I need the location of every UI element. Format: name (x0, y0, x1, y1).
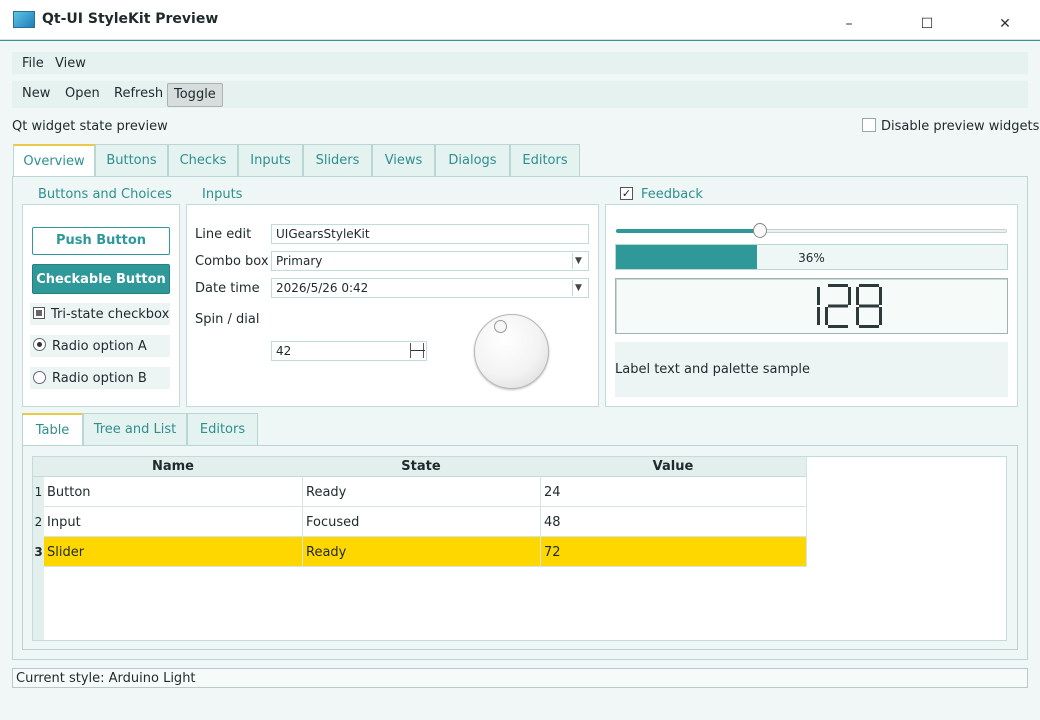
table-row[interactable] (44, 477, 806, 507)
line-edit-input[interactable]: UIGearsStyleKit (271, 224, 589, 244)
line-edit-label: Line edit (195, 227, 252, 242)
tab-dialogs[interactable]: Dialogs (435, 144, 510, 177)
lcd-segment (817, 287, 820, 305)
lcd-segment (859, 304, 879, 308)
lcd-display (615, 278, 1008, 334)
feedback-checkbox[interactable]: ✓ (620, 187, 633, 200)
column-divider (806, 457, 807, 567)
lcd-segment (848, 287, 851, 305)
dial[interactable] (474, 314, 549, 389)
tab-inputs[interactable]: Inputs (238, 144, 303, 177)
lcd-digits (817, 284, 882, 328)
radio-a-selected-dot (37, 342, 42, 347)
lcd-segment (859, 325, 879, 328)
feedback-group-title[interactable]: Feedback (641, 187, 703, 202)
lcd-segment (828, 284, 848, 287)
chevron-down-icon[interactable]: ▼ (572, 253, 584, 269)
table-cell-name[interactable]: Slider (44, 545, 84, 560)
row-number[interactable]: 3 (33, 545, 44, 559)
new-button[interactable]: New (16, 83, 56, 107)
lcd-segment (828, 304, 848, 308)
table-cell-value[interactable]: 48 (541, 515, 561, 530)
buttons-group-title: Buttons and Choices (38, 187, 172, 202)
table-cell-value[interactable]: 72 (541, 545, 561, 560)
lcd-segment (879, 307, 882, 325)
disable-preview-label[interactable]: Disable preview widgets (881, 119, 1039, 134)
chevron-down-icon[interactable]: ▼ (572, 280, 584, 296)
menu-file[interactable]: File (22, 56, 44, 71)
menu-view[interactable]: View (55, 56, 86, 71)
combo-box-label: Combo box (195, 254, 269, 269)
table-cell-value[interactable]: 24 (541, 485, 561, 500)
disable-preview-checkbox[interactable] (862, 118, 876, 132)
spin-box[interactable]: 42 (271, 341, 427, 361)
app-icon (13, 11, 35, 28)
lcd-segment (856, 307, 859, 325)
tristate-indicator (36, 310, 42, 316)
tab-overview[interactable]: Overview (13, 144, 95, 178)
table-row[interactable] (44, 507, 806, 537)
inputs-group-title: Inputs (202, 187, 243, 202)
date-time-edit[interactable]: 2026/5/26 0:42 (271, 278, 589, 298)
date-time-value: 2026/5/26 0:42 (276, 281, 369, 295)
tab-views[interactable]: Views (372, 144, 435, 177)
tab-editors[interactable]: Editors (510, 144, 580, 177)
table-cell-state[interactable]: Ready (303, 485, 346, 500)
date-time-label: Date time (195, 281, 260, 296)
table-cell-name[interactable]: Input (44, 515, 81, 530)
lcd-segment (828, 325, 848, 328)
tab-table[interactable]: Table (22, 413, 83, 447)
table-cell-state[interactable]: Ready (303, 545, 346, 560)
push-button[interactable]: Push Button (32, 227, 170, 255)
tab-checks[interactable]: Checks (168, 144, 238, 177)
radio-b[interactable] (33, 371, 46, 384)
spin-box-value: 42 (276, 344, 292, 358)
table-cell-state[interactable]: Focused (303, 515, 359, 530)
column-header-state[interactable]: State (302, 459, 540, 474)
combo-box[interactable]: Primary (271, 251, 589, 271)
column-header-value[interactable]: Value (540, 459, 806, 474)
radio-a-label[interactable]: Radio option A (52, 339, 147, 354)
table-cell-name[interactable]: Button (44, 485, 91, 500)
open-button[interactable]: Open (59, 83, 106, 107)
tab-tree-and-list[interactable]: Tree and List (83, 413, 187, 446)
status-text: Current style: Arduino Light (16, 671, 196, 686)
slider-fill (616, 229, 761, 233)
combo-box-value: Primary (276, 254, 323, 268)
table-row-selected[interactable] (44, 537, 806, 567)
checkable-button[interactable]: Checkable Button (32, 264, 170, 294)
progress-text: 36% (798, 251, 825, 265)
maximize-button[interactable]: ☐ (912, 12, 942, 36)
tristate-label[interactable]: Tri-state checkbox (51, 307, 169, 322)
lcd-segment (817, 307, 820, 325)
state-preview-label: Qt widget state preview (12, 119, 168, 134)
menu-bar (12, 52, 1028, 74)
palette-sample-label: Label text and palette sample (615, 362, 810, 377)
lcd-segment (879, 287, 882, 305)
lcd-segment (825, 307, 828, 325)
tab-sliders[interactable]: Sliders (303, 144, 372, 177)
radio-b-label[interactable]: Radio option B (52, 371, 147, 386)
tab-inner-editors[interactable]: Editors (187, 413, 258, 446)
toggle-button[interactable]: Toggle (167, 83, 223, 107)
dial-notch (494, 320, 507, 333)
row-number[interactable]: 1 (33, 485, 44, 499)
tab-buttons[interactable]: Buttons (95, 144, 168, 177)
lcd-segment (856, 287, 859, 305)
lcd-segment (859, 284, 879, 287)
spin-stepper-icon[interactable] (410, 343, 425, 358)
spin-dial-label: Spin / dial (195, 312, 260, 327)
column-header-name[interactable]: Name (44, 459, 302, 474)
slider-handle[interactable] (753, 223, 767, 238)
minimize-button[interactable]: – (834, 12, 864, 36)
row-number[interactable]: 2 (33, 515, 44, 529)
window-title: Qt-UI StyleKit Preview (42, 11, 219, 27)
close-button[interactable]: ✕ (990, 12, 1020, 36)
refresh-button[interactable]: Refresh (108, 83, 169, 107)
